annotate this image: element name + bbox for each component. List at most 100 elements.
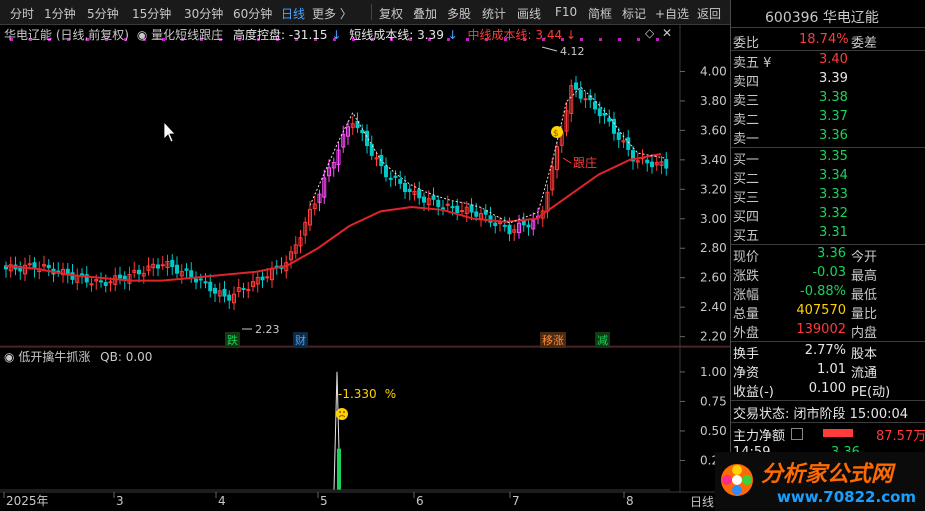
candle-body xyxy=(160,264,165,267)
candle-body xyxy=(265,276,270,279)
candle-body xyxy=(46,264,51,269)
candle-body xyxy=(422,196,426,203)
marker-die: 跌 xyxy=(225,332,240,348)
candle-body xyxy=(431,195,436,200)
draw-line-button[interactable]: 画线 xyxy=(517,5,541,22)
chart-area[interactable]: 4.00 3.80 3.60 3.40 3.20 3.00 2.80 2.60 2.40 2.20… xyxy=(0,24,730,511)
top-marker xyxy=(580,38,583,41)
candle-body xyxy=(602,112,607,116)
fuquan-button[interactable]: 复权 xyxy=(379,5,403,22)
candle-body xyxy=(175,264,179,274)
tab-fenshi[interactable]: 分时 xyxy=(10,5,34,22)
sub-chart-header: ◉ 低开擒牛抓涨 QB: 0.00 xyxy=(4,348,152,365)
x-tick-label: 5 xyxy=(320,494,328,508)
y-tick-label: 3.20 xyxy=(700,182,727,196)
sell-row: 卖五 ¥3.40 xyxy=(733,52,848,71)
tab-daily[interactable]: 日线 xyxy=(281,5,305,22)
settings-circle-icon[interactable]: ◉ xyxy=(137,28,147,42)
candle-body xyxy=(398,179,403,184)
period-label[interactable]: 日线 xyxy=(690,493,714,510)
stat2-row: 换手 2.77% 股本 xyxy=(733,343,878,362)
marker-cai: 财 xyxy=(293,332,308,348)
simple-frame-button[interactable]: 简框 xyxy=(588,5,612,22)
multi-stock-button[interactable]: 多股 xyxy=(447,5,471,22)
candle-body xyxy=(227,294,232,301)
candle-body xyxy=(222,288,227,297)
candle-body xyxy=(455,205,460,214)
height-control-label: 高度控盘: -31.15 xyxy=(232,28,328,42)
indicator-name[interactable]: 量化短线跟庄 xyxy=(151,28,223,42)
tab-1min[interactable]: 1分钟 xyxy=(44,5,76,22)
candle-body xyxy=(597,108,602,117)
candle-body xyxy=(365,130,369,147)
candle-body xyxy=(616,132,621,140)
add-watchlist-button[interactable]: +自选 xyxy=(655,5,689,22)
diamond-icon[interactable]: ◇ xyxy=(645,26,654,40)
candle-body xyxy=(526,224,531,228)
y-tick-label: 3.60 xyxy=(700,123,727,137)
sub-indicator-name[interactable]: 低开擒牛抓涨 xyxy=(18,350,90,364)
top-marker xyxy=(656,38,659,41)
face-icon xyxy=(336,408,348,420)
stat-row: 涨幅 -0.88% 最低 xyxy=(733,284,878,303)
back-button[interactable]: 返回 xyxy=(697,5,721,22)
marker-yizhang: 移涨 xyxy=(540,332,566,348)
tab-5min[interactable]: 5分钟 xyxy=(87,5,119,22)
qb-label: QB: 0.00 xyxy=(100,350,153,364)
candle-body xyxy=(374,157,379,160)
candle-body xyxy=(99,280,103,283)
main-chart-header: 华电辽能 (日线,前复权) ◉ 量化短线跟庄 高度控盘: -31.15 ↓ 短线… xyxy=(4,26,576,43)
sell-row: 卖一 3.36 xyxy=(733,128,848,147)
watermark-title: 分析家公式网 xyxy=(761,462,894,487)
candle-body xyxy=(388,177,393,180)
short-cost-line-path xyxy=(309,86,667,224)
net-bar xyxy=(823,429,853,437)
candle-body xyxy=(507,224,512,235)
svg-text:$: $ xyxy=(553,129,559,139)
candle-body xyxy=(393,175,398,178)
candle-body xyxy=(27,263,32,266)
dropdown-box-icon[interactable] xyxy=(791,428,803,440)
kline-chart-svg[interactable]: 4.00 3.80 3.60 3.40 3.20 3.00 2.80 2.60 2.40 2.20… xyxy=(0,24,730,511)
more-periods-button[interactable]: 更多 〉 xyxy=(312,5,352,22)
chart-title: 华电辽能 (日线,前复权) xyxy=(4,28,129,42)
candle-body xyxy=(417,189,422,199)
sub-indicator-bars xyxy=(0,371,670,491)
mid-cost-label: 中线成本线: 3.44 xyxy=(467,28,563,42)
close-icon[interactable]: ✕ xyxy=(662,26,672,40)
tab-15min[interactable]: 15分钟 xyxy=(132,5,171,22)
settings-circle-icon[interactable]: ◉ xyxy=(4,350,14,364)
tab-60min[interactable]: 60分钟 xyxy=(233,5,272,22)
candle-body xyxy=(108,281,113,284)
candle-body xyxy=(260,276,265,281)
mark-button[interactable]: 标记 xyxy=(622,5,646,22)
stat2-row: 净资 1.01 流通 xyxy=(733,362,878,381)
candle-body xyxy=(170,259,175,268)
candle-body xyxy=(502,224,507,227)
candlesticks xyxy=(4,75,669,311)
y-tick-label: 0.50 xyxy=(700,424,727,438)
candle-body xyxy=(474,211,479,217)
arrow-down-icon: ↓ xyxy=(565,28,577,42)
candle-body xyxy=(498,222,502,225)
candle-body xyxy=(360,129,365,134)
candle-body xyxy=(493,222,498,227)
x-axis: 2025年 3 4 5 6 7 8 xyxy=(3,492,634,508)
y-tick-label: 3.80 xyxy=(700,94,727,108)
stats-button[interactable]: 统计 xyxy=(482,5,506,22)
candle-body xyxy=(574,82,578,90)
sell-row: 卖二 3.37 xyxy=(733,109,848,128)
y-tick-label: 3.40 xyxy=(700,153,727,167)
candle-body xyxy=(194,278,198,283)
tab-30min[interactable]: 30分钟 xyxy=(184,5,223,22)
overlay-button[interactable]: 叠加 xyxy=(413,5,437,22)
mouse-cursor-icon xyxy=(163,120,176,143)
f10-button[interactable]: F10 xyxy=(555,5,577,19)
toolbar-divider xyxy=(371,4,372,20)
buy-row: 买二 3.34 xyxy=(733,168,848,187)
stat-row: 现价 3.36 今开 xyxy=(733,246,878,265)
candle-body xyxy=(612,118,616,134)
candle-body xyxy=(650,161,654,168)
candle-body xyxy=(103,282,108,286)
x-tick-label: 8 xyxy=(626,494,634,508)
